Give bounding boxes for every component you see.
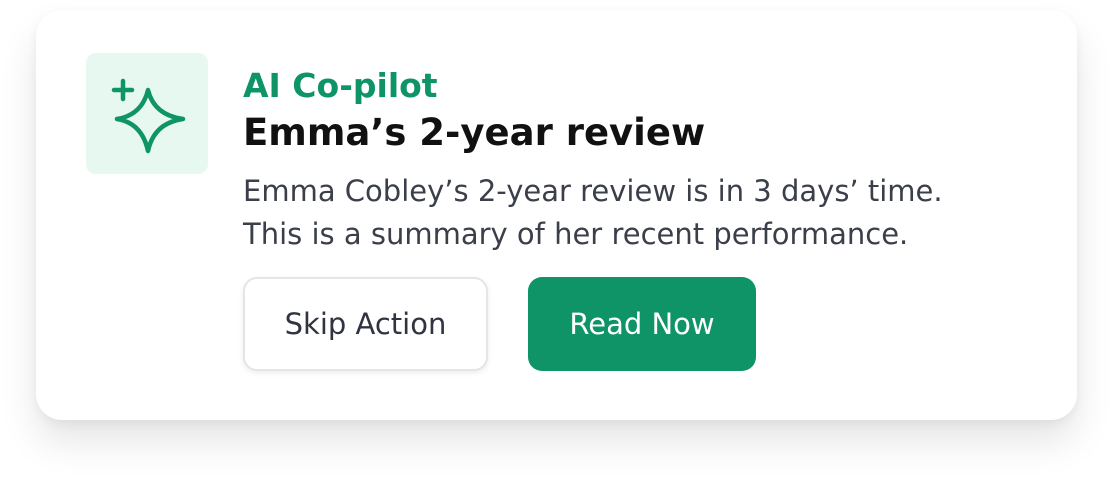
card-description: Emma Cobley’s 2-year review is in 3 days… <box>243 170 1043 256</box>
card-title: Emma’s 2-year review <box>243 111 706 154</box>
sparkle-icon <box>111 78 186 154</box>
description-line: Emma Cobley’s 2-year review is in 3 days… <box>243 174 943 208</box>
sparkle-icon-tile <box>86 53 208 174</box>
description-line: This is a summary of her recent performa… <box>243 217 909 251</box>
ai-copilot-card: AI Co-pilot Emma’s 2-year review Emma Co… <box>36 10 1077 420</box>
read-now-button[interactable]: Read Now <box>528 277 756 371</box>
copilot-label: AI Co-pilot <box>243 66 438 105</box>
skip-action-button[interactable]: Skip Action <box>243 277 488 371</box>
